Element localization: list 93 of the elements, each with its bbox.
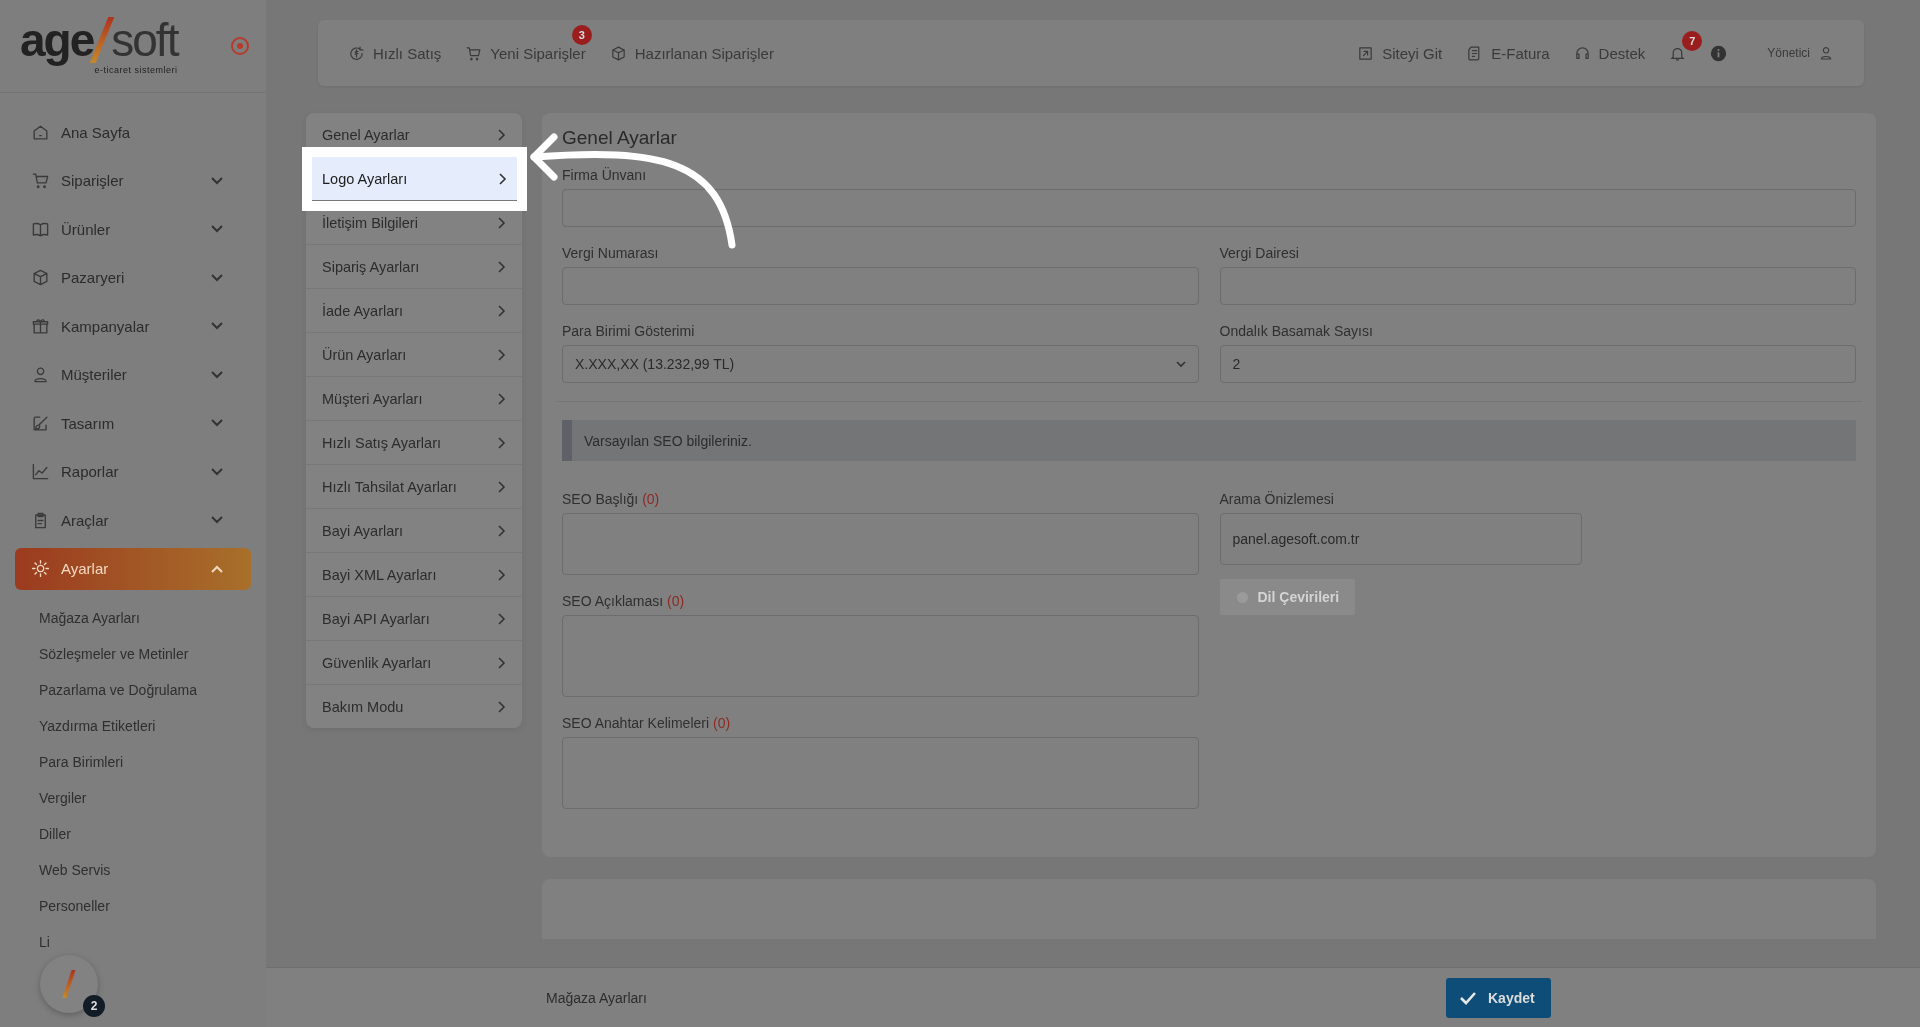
nav-item[interactable]: Tasarım (15, 402, 251, 444)
info-icon[interactable] (1710, 44, 1728, 62)
nav-item[interactable]: Araçlar (15, 499, 251, 541)
check-icon (1460, 990, 1476, 1005)
chevron-icon (496, 304, 506, 317)
settings-menu-item[interactable]: Bayi API Ayarları (306, 597, 522, 641)
settings-menu-item[interactable]: Hızlı Tahsilat Ayarları (306, 465, 522, 509)
nav-item[interactable]: Müşteriler (15, 353, 251, 396)
settings-menu-item[interactable]: İade Ayarları (306, 289, 522, 333)
breadcrumb: Mağaza Ayarları (546, 989, 648, 1006)
chevron-icon (496, 656, 506, 669)
toolbar-link[interactable]: E-Fatura (1466, 44, 1550, 62)
settings-menu-item[interactable]: Bakım Modu (306, 685, 522, 728)
nav-item[interactable]: Ürünler (15, 208, 251, 250)
cart-icon (465, 44, 483, 62)
settings-menu-item[interactable]: Bayi XML Ayarları (306, 553, 522, 597)
gear-icon (31, 559, 50, 578)
submenu-item[interactable]: Vergiler (39, 780, 251, 816)
settings-menu-item[interactable]: Güvenlik Ayarları (306, 641, 522, 685)
preview-field[interactable]: panel.agesoft.com.tr (1219, 513, 1582, 565)
chevron-icon (496, 480, 506, 493)
field-label: SEO Açıklaması (0) (562, 593, 685, 609)
floating-button[interactable] (40, 955, 98, 1013)
toolbar-link[interactable]: Hazırlanan Siparişler (609, 44, 774, 62)
input-field[interactable] (562, 189, 1856, 227)
user-icon (1818, 45, 1834, 61)
chevron-icon (496, 612, 506, 625)
chevron-icon (496, 436, 506, 449)
chevron-icon (496, 392, 506, 405)
field-label: Firma Ünvanı (562, 167, 647, 183)
chevron-icon (496, 348, 506, 361)
settings-menu-item[interactable]: İletişim Bilgileri (306, 201, 522, 245)
select-field[interactable]: X.XXX,XX (13.232,99 TL) (562, 345, 1199, 383)
chevron-icon (497, 172, 507, 185)
info-banner: Varsayılan SEO bilgileriniz. (562, 420, 1856, 461)
target-icon[interactable] (230, 36, 250, 56)
home-icon (31, 122, 50, 142)
cart-icon (31, 171, 50, 190)
gift-icon (31, 316, 50, 336)
input-field[interactable]: 2 (1219, 345, 1856, 383)
chevron-icon (496, 128, 506, 141)
card-title: Genel Ayarlar (562, 127, 678, 149)
nav-item[interactable]: Ayarlar (15, 547, 251, 590)
headset-icon (1573, 44, 1591, 62)
submenu-item[interactable]: Li (39, 924, 251, 960)
toolbar-link[interactable]: Yeni Siparişler (465, 44, 586, 62)
submenu-item[interactable]: Diller (39, 816, 251, 852)
settings-menu-item[interactable]: Bayi Ayarları (306, 509, 522, 553)
save-button[interactable]: Kaydet (1446, 977, 1551, 1018)
logo[interactable]: age soft e-ticaret sistemleri (20, 17, 178, 75)
nav-item[interactable]: Kampanyalar (15, 305, 251, 347)
settings-menu-item[interactable]: Sipariş Ayarları (306, 245, 522, 289)
submenu-item[interactable]: Para Birimleri (39, 744, 251, 780)
nav-item[interactable]: Siparişler (15, 159, 251, 202)
field-label: Vergi Dairesi (1219, 245, 1299, 261)
user-icon (31, 365, 50, 384)
chevron-icon (496, 568, 506, 581)
settings-menu-item[interactable]: Hızlı Satış Ayarları (306, 421, 522, 465)
field-label: Ondalık Basamak Sayısı (1219, 323, 1373, 339)
count-badge: 2 (83, 995, 105, 1017)
field-label: Vergi Numarası (562, 245, 659, 261)
count-badge: 7 (1682, 30, 1703, 51)
field-label: SEO Anahtar Kelimeleri (0) (562, 715, 731, 731)
chevron-icon (496, 524, 506, 537)
toolbar-link[interactable]: Destek (1573, 44, 1646, 62)
submenu-item[interactable]: Personeller (39, 888, 251, 924)
caret-icon (1175, 360, 1186, 368)
settings-menu-item[interactable]: Müşteri Ayarları (306, 377, 522, 421)
settings-menu-item[interactable]: Ürün Ayarları (306, 333, 522, 377)
submenu-item[interactable]: Pazarlama ve Doğrulama (39, 672, 251, 708)
count-badge: 3 (571, 24, 592, 45)
chart-icon (31, 462, 50, 481)
brush-icon (31, 413, 50, 433)
chevron-icon (496, 216, 506, 229)
submenu-item[interactable]: Sözleşmeler ve Metinler (39, 636, 251, 672)
box-icon (31, 268, 50, 287)
field-label: Arama Önizlemesi (1219, 491, 1334, 507)
chevron-icon (496, 260, 506, 273)
submenu-item[interactable]: Mağaza Ayarları (39, 600, 251, 636)
field-label: Para Birimi Gösterimi (562, 323, 695, 339)
nav-item[interactable]: Ana Sayfa (15, 111, 251, 153)
box-icon (609, 44, 627, 62)
coin-icon (348, 44, 365, 62)
submenu-item[interactable]: Web Servis (39, 852, 251, 888)
toolbar-link[interactable]: Siteyi Git (1357, 44, 1443, 62)
user-menu[interactable]: Yönetici (1767, 45, 1834, 61)
chevron-icon (496, 700, 506, 713)
submenu-item[interactable]: Yazdırma Etiketleri (39, 708, 251, 744)
toolbar-link[interactable]: Hızlı Satış (348, 44, 442, 62)
external-icon (1357, 44, 1375, 62)
field-label: SEO Başlığı (0) (562, 491, 660, 507)
nav-item[interactable]: Raporlar (15, 450, 251, 493)
nav-item[interactable]: Pazaryeri (15, 256, 251, 299)
